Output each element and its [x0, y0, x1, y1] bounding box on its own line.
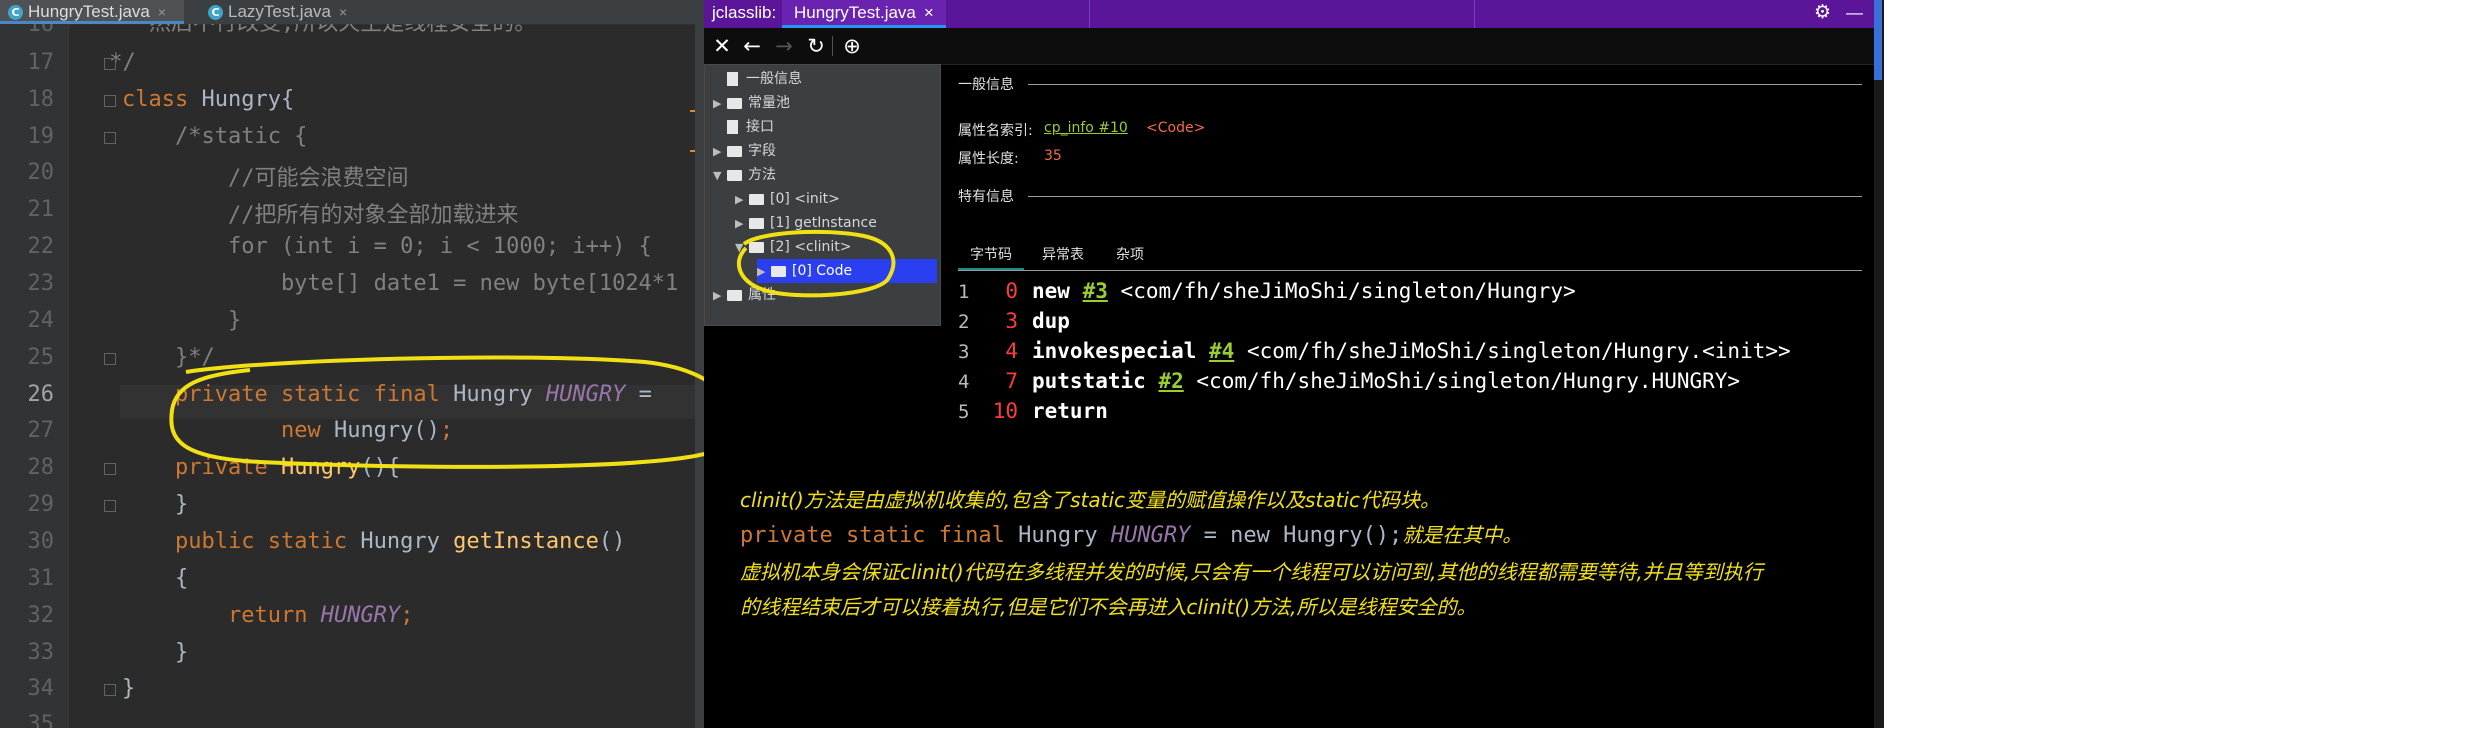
forward-arrow-icon[interactable]: →	[770, 28, 798, 64]
tab-hungrytest-class[interactable]: HungryTest.java ×	[782, 0, 946, 28]
constant-pool-link[interactable]: cp_info #10	[1044, 120, 1128, 136]
highlight-circle-code	[169, 355, 704, 469]
code-editor[interactable]: CHungryTest.java× CLazyTest.java× 16 然后不…	[0, 0, 704, 728]
constant-ref-link[interactable]: #4	[1209, 339, 1234, 363]
back-arrow-icon[interactable]: ←	[738, 28, 766, 64]
section-specific-info: 特有信息	[958, 189, 1014, 205]
tab-exception-table[interactable]: 异常表	[1030, 242, 1096, 268]
app-title: jclasslib:	[712, 3, 777, 22]
annotation-line-2: private static final Hungry HUNGRY = new…	[740, 523, 1523, 548]
annotation-line-4: 的线程结束后才可以接着执行,但是它们不会再进入clinit()方法,所以是线程安…	[740, 595, 1477, 619]
close-icon[interactable]: ✕	[708, 28, 736, 64]
section-divider	[1028, 196, 1862, 197]
bytecode-line[interactable]: 2 3 dup	[958, 306, 1070, 336]
attribute-length-label: 属性长度:	[958, 151, 1019, 167]
bytecode-line[interactable]: 4 7 putstatic #2 <com/fh/sheJiMoShi/single…	[958, 366, 1740, 396]
jclasslib-toolbar: ✕ ← → ↻ ⊕	[704, 28, 1874, 65]
section-divider	[1028, 84, 1862, 85]
annotation-line-3: 虚拟机本身会保证clinit()代码在多线程并发的时候,只会有一个线程可以访问到…	[740, 560, 1763, 584]
tab-separator	[1474, 0, 1475, 28]
web-browser-icon[interactable]: ⊕	[838, 28, 866, 64]
section-general-info: 一般信息	[958, 77, 1014, 93]
constant-ref-link[interactable]: #2	[1158, 369, 1183, 393]
constant-ref-link[interactable]: #3	[1083, 279, 1108, 303]
tab-separator	[1089, 0, 1090, 28]
toolbar-separator	[832, 36, 833, 56]
refresh-icon[interactable]: ↻	[802, 28, 830, 64]
window-edge	[1874, 0, 1884, 728]
bytecode-line[interactable]: 1 0 new #3 <com/fh/sheJiMoShi/singleton/Hu…	[958, 276, 1576, 306]
window-edge-accent	[1874, 0, 1882, 80]
attribute-name-value: <Code>	[1146, 120, 1206, 136]
close-tab-icon[interactable]: ×	[924, 3, 934, 22]
jclasslib-title-bar: jclasslib: HungryTest.java × ⚙ —	[704, 0, 1874, 28]
attribute-length-value: 35	[1044, 148, 1062, 164]
annotation-line-1: clinit()方法是由虚拟机收集的,包含了static变量的赋值操作以及sta…	[740, 488, 1440, 512]
attribute-detail-panel: 一般信息 属性名索引: cp_info #10 <Code> 属性长度: 35 …	[948, 64, 1868, 464]
minimize-icon[interactable]: —	[1846, 0, 1863, 28]
tab-bytecode[interactable]: 字节码	[958, 242, 1024, 271]
tab-misc[interactable]: 杂项	[1100, 242, 1160, 268]
bytecode-line[interactable]: 3 4 invokespecial #4 <com/fh/sheJiMoShi/si…	[958, 336, 1791, 366]
gear-icon[interactable]: ⚙	[1814, 0, 1831, 28]
bytecode-line[interactable]: 5 10 return	[958, 396, 1108, 426]
attribute-name-index-label: 属性名索引:	[958, 123, 1033, 139]
highlight-circle-tree	[736, 229, 896, 298]
subtab-divider	[958, 270, 1862, 271]
